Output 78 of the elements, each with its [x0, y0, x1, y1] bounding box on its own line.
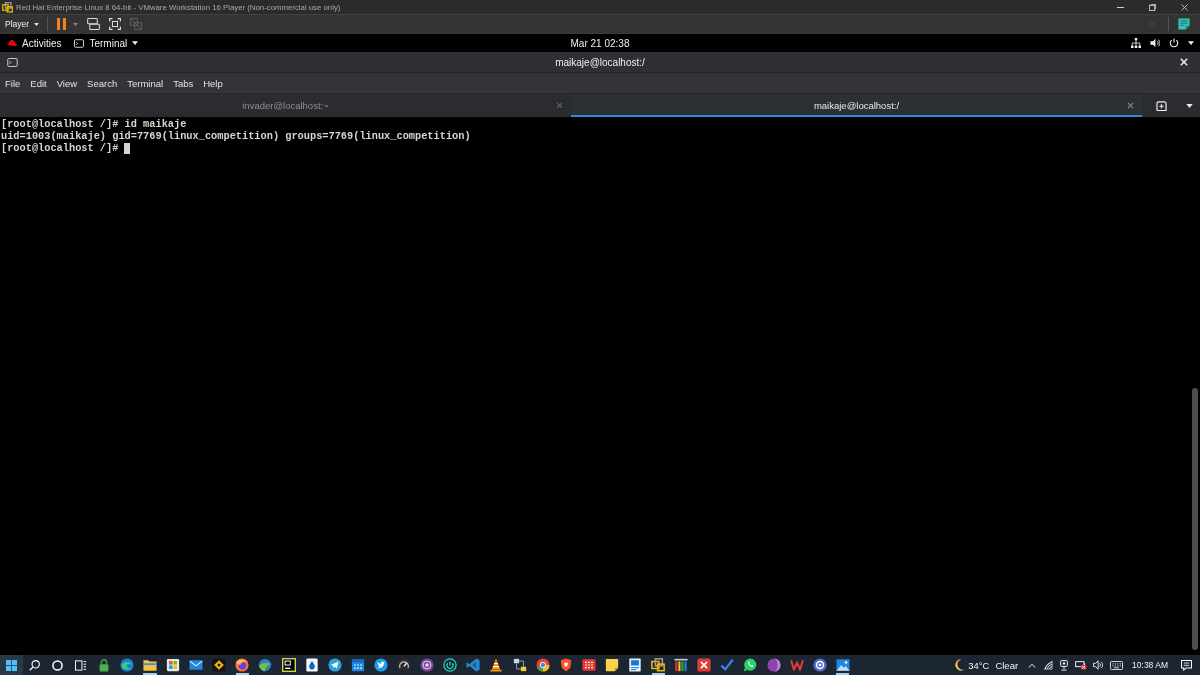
squares-logo-icon — [2, 1, 13, 13]
battery-warning-icon[interactable] — [1075, 660, 1088, 670]
menu-item[interactable]: Tabs — [168, 74, 199, 92]
app-menu[interactable]: Terminal — [67, 34, 145, 52]
terminal-icon[interactable] — [74, 38, 85, 48]
caret-icon[interactable] — [1188, 41, 1194, 45]
tab-plus-icon[interactable] — [1156, 100, 1167, 111]
zigzag-logo-icon[interactable] — [789, 658, 804, 672]
speech-bubble-icon[interactable] — [1181, 659, 1192, 671]
terminal-line: [root@localhost /]# id maikaje — [1, 118, 187, 130]
search-icon[interactable] — [29, 659, 41, 671]
clock[interactable]: Mar 21 02:38 — [570, 37, 630, 49]
terminal-line: [root@localhost /]# — [1, 142, 119, 154]
keyboard-icon[interactable] — [1110, 660, 1124, 670]
device-icon[interactable] — [1059, 659, 1070, 671]
speaker-icon[interactable] — [1150, 38, 1160, 48]
squares-logo-icon[interactable] — [651, 658, 666, 672]
checkmark-icon[interactable] — [720, 658, 735, 672]
calendar-icon[interactable] — [350, 658, 365, 672]
speaker-icon[interactable] — [1093, 660, 1104, 670]
wave-logo-icon[interactable] — [119, 658, 134, 672]
globe-icon[interactable] — [258, 658, 273, 672]
ring-icon[interactable] — [812, 658, 827, 672]
traffic-cone-icon[interactable] — [489, 658, 504, 672]
task-view-icon[interactable] — [74, 659, 87, 671]
caret-icon[interactable] — [34, 22, 40, 26]
network-icon[interactable] — [1131, 38, 1141, 48]
tab[interactable]: maikaje@localhost:/ — [571, 94, 1142, 117]
paper-plane-icon[interactable] — [327, 658, 342, 672]
menu-item[interactable]: View — [51, 74, 83, 92]
terminal-line: uid=1003(maikaje) gid=7769(linux_competition) groups=7769(linux_competition) — [1, 130, 471, 142]
clock[interactable]: 10:38 AM — [1127, 655, 1173, 675]
menu-item[interactable]: Help — [198, 74, 228, 92]
tricolor-disc-icon[interactable] — [535, 658, 550, 672]
menu-item[interactable]: Edit — [25, 74, 52, 92]
sticky-note-icon[interactable] — [604, 658, 619, 672]
temperature: 34°C — [968, 659, 990, 671]
flame-globe-icon[interactable] — [235, 658, 250, 672]
circle-icon[interactable] — [52, 659, 64, 671]
menu-item[interactable]: File — [0, 74, 26, 92]
bird-icon[interactable] — [373, 658, 388, 672]
bars-icon[interactable] — [674, 658, 689, 672]
menu-item[interactable]: Search — [82, 74, 123, 92]
menu-item[interactable]: Terminal — [122, 74, 169, 92]
caret-icon[interactable] — [1186, 103, 1193, 108]
mail-icon[interactable] — [189, 658, 204, 672]
folder-icon[interactable] — [143, 658, 157, 672]
cross-tile-icon[interactable] — [697, 658, 712, 672]
shield-icon[interactable] — [558, 658, 573, 672]
terminal-title: maikaje@localhost:/ — [555, 56, 645, 68]
chevron-up-icon[interactable] — [1028, 662, 1037, 668]
pause-icon[interactable] — [57, 18, 67, 30]
dot-grid-icon[interactable] — [581, 658, 596, 672]
ribbon-logo-icon[interactable] — [466, 658, 481, 672]
activities-button[interactable]: Activities — [0, 34, 68, 52]
restore-icon[interactable] — [1148, 3, 1156, 11]
start-logo-icon[interactable] — [6, 659, 17, 671]
weather-condition: Clear — [995, 659, 1019, 671]
terminal-icon[interactable] — [6, 57, 18, 67]
gauge-icon[interactable] — [397, 658, 412, 672]
photo-icon[interactable] — [835, 658, 850, 672]
hat-icon[interactable] — [7, 39, 17, 47]
droplet-icon[interactable] — [304, 658, 319, 672]
orb-icon[interactable] — [766, 658, 781, 672]
wifi-icon[interactable] — [1043, 660, 1054, 670]
phone-bubble-icon[interactable] — [743, 658, 758, 672]
power-icon[interactable] — [443, 658, 458, 672]
network-icon[interactable] — [512, 658, 527, 672]
store-icon[interactable] — [166, 658, 181, 672]
ide-tile-icon[interactable] — [281, 658, 296, 672]
scrollbar-thumb[interactable] — [1192, 388, 1198, 650]
concentric-rings-icon[interactable] — [420, 658, 435, 672]
diamond-icon[interactable] — [212, 658, 227, 672]
caret-icon[interactable] — [132, 41, 139, 45]
start-button[interactable] — [0, 655, 23, 675]
player-menu[interactable]: Player — [3, 16, 42, 32]
minimize-icon[interactable] — [1116, 6, 1124, 8]
document-icon[interactable] — [628, 658, 642, 672]
